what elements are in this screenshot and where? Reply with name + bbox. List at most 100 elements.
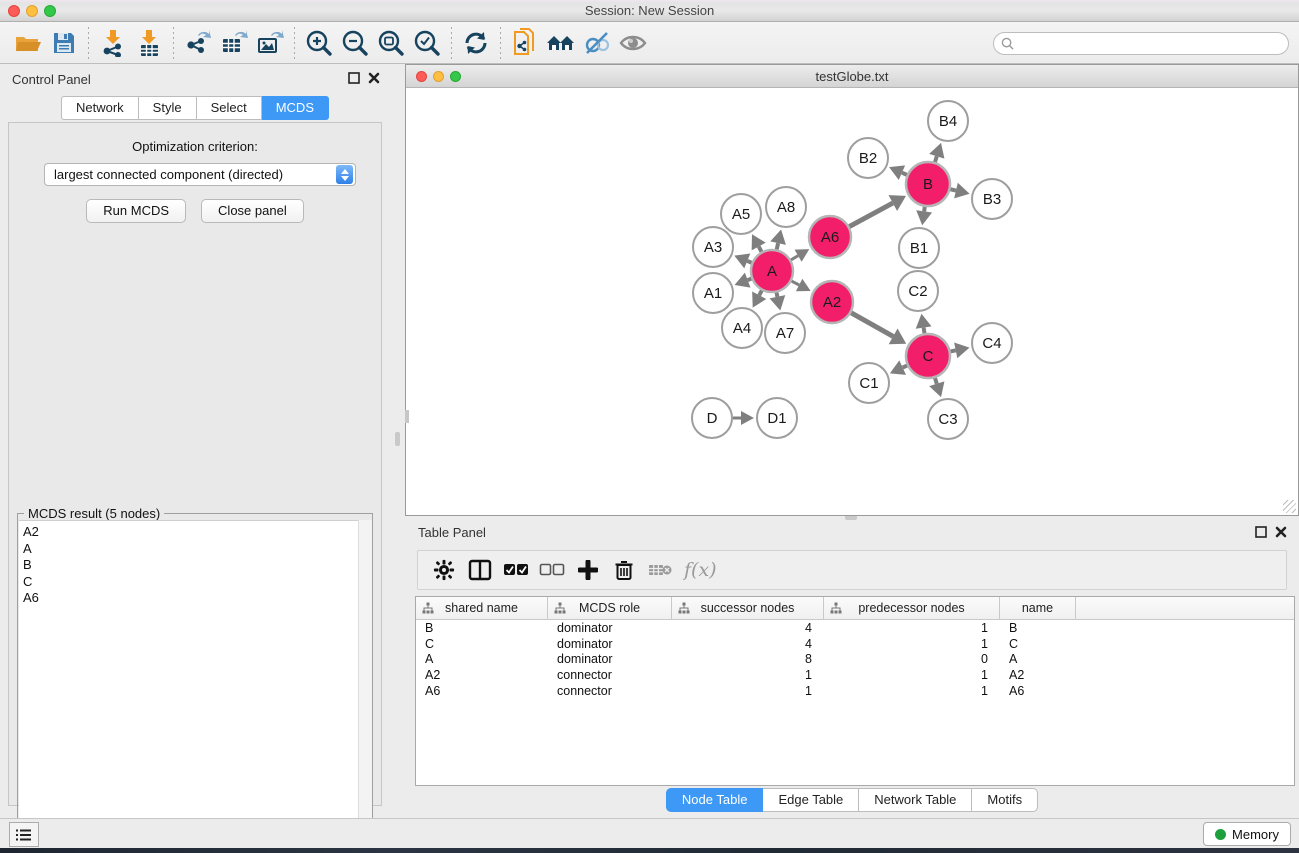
edge-B-B3[interactable]	[950, 189, 956, 190]
network-canvas[interactable]: AA1A2A3A4A5A6A7A8BB1B2B3B4CC1C2C3C4DD1	[406, 88, 1298, 515]
delete-column-button[interactable]	[606, 553, 642, 587]
edge-A-A5[interactable]	[759, 247, 762, 252]
edge-B-B4[interactable]	[935, 156, 937, 162]
tab-edge-table[interactable]: Edge Table	[763, 788, 859, 812]
home-view-button[interactable]	[543, 26, 579, 60]
edge-A-A4[interactable]	[759, 290, 762, 295]
edge-C-C3[interactable]	[935, 378, 937, 384]
task-history-button[interactable]	[9, 822, 39, 847]
result-item[interactable]: C	[23, 574, 371, 591]
edge-A-A7[interactable]	[777, 293, 778, 297]
tab-node-table[interactable]: Node Table	[666, 788, 764, 812]
node-table[interactable]: shared nameMCDS rolesuccessor nodesprede…	[415, 596, 1295, 786]
show-eye-button[interactable]	[615, 26, 651, 60]
node-label-A6: A6	[821, 229, 839, 246]
result-item[interactable]: A2	[23, 524, 371, 541]
node-label-B1: B1	[910, 240, 928, 257]
select-all-columns-button[interactable]	[498, 553, 534, 587]
edge-A-A3[interactable]	[747, 261, 751, 263]
zoom-out-button[interactable]	[337, 26, 373, 60]
edge-A2-C[interactable]	[851, 313, 893, 337]
table-settings-button[interactable]	[426, 553, 462, 587]
table-row[interactable]: Adominator80A	[416, 652, 1294, 668]
memory-button[interactable]: Memory	[1203, 822, 1291, 846]
network-graph[interactable]: AA1A2A3A4A5A6A7A8BB1B2B3B4CC1C2C3C4DD1	[406, 88, 1298, 515]
edge-A6-B[interactable]	[849, 203, 892, 227]
table-cell: C	[416, 637, 548, 651]
tab-mcds[interactable]: MCDS	[262, 96, 329, 120]
run-mcds-button[interactable]: Run MCDS	[86, 199, 186, 223]
column-header-predecessor-nodes[interactable]: predecessor nodes	[824, 597, 1000, 619]
result-item[interactable]: A	[23, 541, 371, 558]
table-row[interactable]: Bdominator41B	[416, 620, 1294, 636]
clone-network-button[interactable]	[507, 26, 543, 60]
mcds-result-list[interactable]: A2ABCA6	[19, 520, 371, 853]
edge-B-B2[interactable]	[902, 173, 907, 175]
float-panel-icon[interactable]	[1255, 526, 1267, 538]
close-panel-button[interactable]: Close panel	[201, 199, 304, 223]
export-image-button[interactable]	[252, 26, 288, 60]
mcds-result-title: MCDS result (5 nodes)	[24, 506, 164, 521]
create-column-button[interactable]	[570, 553, 606, 587]
result-scrollbar[interactable]	[358, 520, 372, 853]
column-header-successor-nodes[interactable]: successor nodes	[672, 597, 824, 619]
table-row[interactable]: A2connector11A2	[416, 667, 1294, 683]
import-table-button[interactable]	[131, 26, 167, 60]
tab-style[interactable]: Style	[139, 96, 197, 120]
zoom-fit-button[interactable]	[373, 26, 409, 60]
column-header-MCDS-role[interactable]: MCDS role	[548, 597, 672, 619]
table-row[interactable]: Cdominator41C	[416, 636, 1294, 652]
tab-network[interactable]: Network	[61, 96, 139, 120]
network-view-window: testGlobe.txt AA1A2A3A4A5A6A7A8BB1B2B3B4…	[405, 64, 1299, 516]
table-row[interactable]: A6connector11A6	[416, 683, 1294, 699]
window-resize-grip[interactable]	[1283, 500, 1296, 513]
export-table-button[interactable]	[216, 26, 252, 60]
edge-A-A1[interactable]	[748, 279, 752, 280]
network-window-titlebar[interactable]: testGlobe.txt	[406, 65, 1298, 88]
close-panel-icon[interactable]	[368, 72, 380, 84]
result-item[interactable]: A6	[23, 590, 371, 607]
deselect-all-columns-button[interactable]	[534, 553, 570, 587]
edge-A-A2[interactable]	[792, 281, 800, 285]
criterion-select[interactable]: largest connected component (directed)	[44, 163, 356, 186]
edge-C-C4[interactable]	[951, 350, 956, 351]
show-column-button[interactable]	[462, 553, 498, 587]
table-cell: 0	[824, 652, 1000, 666]
edge-C-C1[interactable]	[903, 366, 907, 368]
save-session-button[interactable]	[46, 26, 82, 60]
result-item[interactable]: B	[23, 557, 371, 574]
tab-select[interactable]: Select	[197, 96, 262, 120]
table-cell: dominator	[548, 652, 672, 666]
table-cell: 1	[824, 684, 1000, 698]
zoom-in-button[interactable]	[301, 26, 337, 60]
vertical-splitter-handle[interactable]	[395, 432, 400, 446]
edge-A-A6[interactable]	[791, 256, 798, 260]
table-cell: 1	[824, 668, 1000, 682]
float-panel-icon[interactable]	[348, 72, 360, 84]
open-session-button[interactable]	[10, 26, 46, 60]
delete-table-button[interactable]	[642, 553, 678, 587]
node-label-C2: C2	[908, 283, 927, 300]
import-network-button[interactable]	[95, 26, 131, 60]
edge-C-C2[interactable]	[924, 328, 925, 334]
zoom-in-icon	[305, 29, 333, 57]
tab-motifs[interactable]: Motifs	[972, 788, 1038, 812]
search-input[interactable]	[1014, 34, 1288, 53]
refresh-layout-button[interactable]	[458, 26, 494, 60]
table-cell: dominator	[548, 637, 672, 651]
close-panel-icon[interactable]	[1275, 526, 1287, 538]
function-builder-button[interactable]: f(x)	[678, 553, 723, 587]
toolbar-search	[993, 32, 1289, 55]
zoom-selected-button[interactable]	[409, 26, 445, 60]
column-header-shared-name[interactable]: shared name	[416, 597, 548, 619]
edge-B-B1[interactable]	[924, 207, 925, 212]
export-network-button[interactable]	[180, 26, 216, 60]
node-label-D1: D1	[767, 410, 786, 427]
toolbar-separator	[500, 27, 501, 59]
edge-A-A8[interactable]	[777, 243, 778, 249]
column-header-name[interactable]: name	[1000, 597, 1076, 619]
hide-glasses-button[interactable]	[579, 26, 615, 60]
tab-network-table[interactable]: Network Table	[859, 788, 972, 812]
table-cell: connector	[548, 668, 672, 682]
canvas-left-thumb[interactable]	[405, 410, 409, 423]
